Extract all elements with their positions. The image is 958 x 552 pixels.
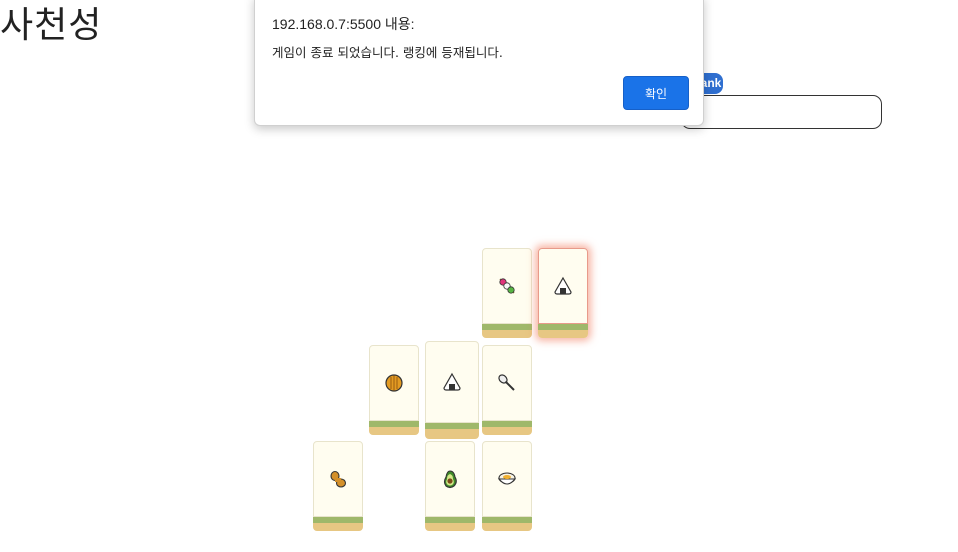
- tile-avocado[interactable]: [425, 441, 475, 531]
- onigiri-icon: [443, 372, 461, 391]
- onigiri-icon: [554, 276, 572, 295]
- peanut-icon: [330, 470, 347, 488]
- tile-spoon[interactable]: [482, 345, 532, 435]
- tile-face: [313, 441, 363, 517]
- rice-bowl-icon: [497, 472, 517, 485]
- tile-onigiri[interactable]: [425, 341, 479, 439]
- tile-cookie[interactable]: [369, 345, 419, 435]
- tile-peanut[interactable]: [313, 441, 363, 531]
- tile-face: [482, 345, 532, 421]
- tile-onigiri-selected[interactable]: [538, 248, 588, 338]
- tile-face: [425, 341, 479, 423]
- tile-face: [425, 441, 475, 517]
- rank-name-input[interactable]: [681, 95, 882, 129]
- tile-dango[interactable]: [482, 248, 532, 338]
- tile-face: [369, 345, 419, 421]
- dialog-message: 게임이 종료 되었습니다. 랭킹에 등재됩니다.: [272, 45, 503, 60]
- tile-face: [482, 441, 532, 517]
- tile-face: [538, 248, 588, 324]
- avocado-icon: [443, 470, 457, 489]
- dialog-origin-text: 192.168.0.7:5500 내용:: [272, 16, 415, 32]
- page-title: 사천성: [0, 5, 103, 46]
- dango-icon: [499, 278, 515, 294]
- ok-button[interactable]: 확인: [623, 76, 689, 110]
- spoon-icon: [498, 374, 515, 391]
- alert-dialog: 192.168.0.7:5500 내용: 게임이 종료 되었습니다. 랭킹에 등…: [254, 0, 704, 126]
- cookie-icon: [385, 374, 403, 392]
- tile-rice-bowl[interactable]: [482, 441, 532, 531]
- tile-face: [482, 248, 532, 324]
